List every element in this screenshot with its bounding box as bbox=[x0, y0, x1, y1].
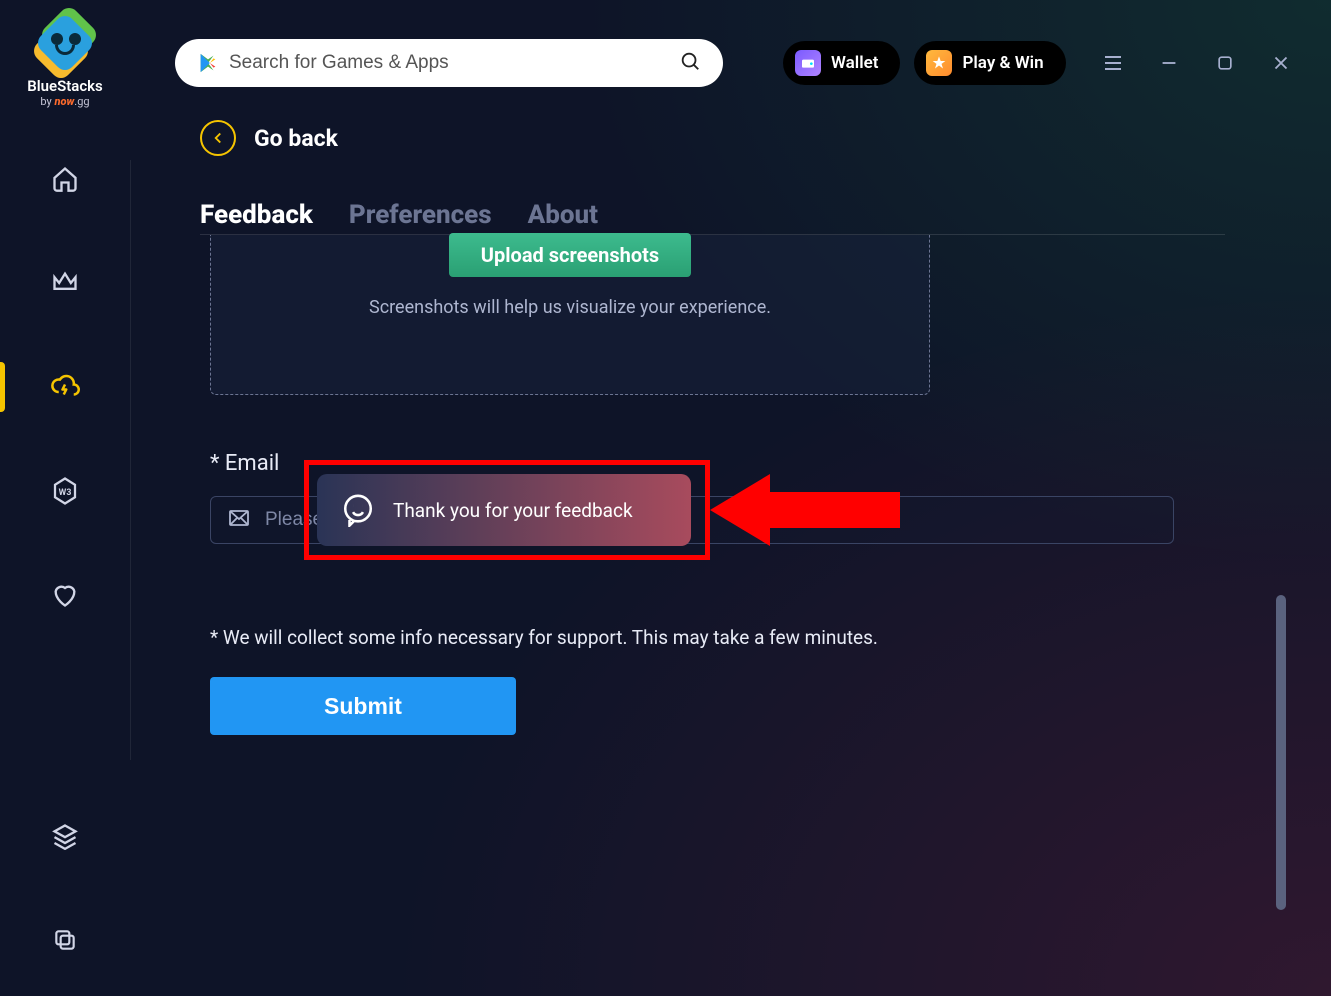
tab-preferences[interactable]: Preferences bbox=[349, 200, 492, 230]
search-input[interactable] bbox=[229, 52, 679, 74]
upload-screenshots-button[interactable]: Upload screenshots bbox=[449, 233, 691, 277]
top-bar: Wallet Play & Win bbox=[175, 38, 1311, 88]
wallet-label: Wallet bbox=[831, 53, 878, 73]
sidebar-divider bbox=[130, 160, 131, 760]
star-icon bbox=[926, 50, 952, 76]
minimize-icon[interactable] bbox=[1156, 50, 1182, 76]
hamburger-icon[interactable] bbox=[1100, 50, 1126, 76]
crown-icon[interactable] bbox=[49, 267, 81, 299]
close-icon[interactable] bbox=[1268, 50, 1294, 76]
wallet-button[interactable]: Wallet bbox=[783, 41, 900, 85]
home-icon[interactable] bbox=[49, 163, 81, 195]
copy-icon[interactable] bbox=[49, 924, 81, 956]
play-win-label: Play & Win bbox=[962, 53, 1043, 73]
layers-icon[interactable] bbox=[49, 820, 81, 852]
brand-subtitle: by now.gg bbox=[27, 95, 103, 108]
search-bar[interactable] bbox=[175, 39, 723, 87]
arrow-left-icon bbox=[200, 120, 236, 156]
annotation-frame bbox=[304, 460, 710, 560]
cloud-bolt-icon[interactable] bbox=[49, 371, 81, 403]
wallet-icon bbox=[795, 50, 821, 76]
annotation-arrow-icon bbox=[710, 468, 900, 552]
left-sidebar: BlueStacks by now.gg W3 bbox=[0, 0, 130, 996]
go-back-button[interactable]: Go back bbox=[200, 120, 1225, 156]
main-content: Go back Feedback Preferences About Uploa… bbox=[175, 120, 1225, 735]
maximize-icon[interactable] bbox=[1212, 50, 1238, 76]
scrollbar[interactable] bbox=[1276, 595, 1286, 910]
tab-row: Feedback Preferences About bbox=[200, 200, 1225, 235]
play-win-button[interactable]: Play & Win bbox=[914, 41, 1065, 85]
info-disclaimer: * We will collect some info necessary fo… bbox=[210, 626, 1225, 649]
brand-logo[interactable]: BlueStacks by now.gg bbox=[27, 15, 103, 108]
submit-label: Submit bbox=[324, 693, 402, 720]
brand-name: BlueStacks bbox=[27, 77, 103, 95]
upload-hint: Screenshots will help us visualize your … bbox=[369, 297, 771, 318]
tab-about[interactable]: About bbox=[528, 200, 598, 230]
upload-dropzone[interactable]: Upload screenshots Screenshots will help… bbox=[210, 235, 930, 395]
submit-button[interactable]: Submit bbox=[210, 677, 516, 735]
w3-hexagon-icon[interactable]: W3 bbox=[49, 475, 81, 507]
svg-text:W3: W3 bbox=[59, 488, 72, 498]
tab-feedback[interactable]: Feedback bbox=[200, 200, 313, 230]
go-back-label: Go back bbox=[254, 125, 338, 152]
search-icon[interactable] bbox=[679, 50, 701, 76]
bluestacks-logo-icon bbox=[37, 15, 93, 71]
google-play-icon bbox=[197, 52, 219, 74]
heart-icon[interactable] bbox=[49, 579, 81, 611]
mail-icon bbox=[227, 506, 251, 534]
